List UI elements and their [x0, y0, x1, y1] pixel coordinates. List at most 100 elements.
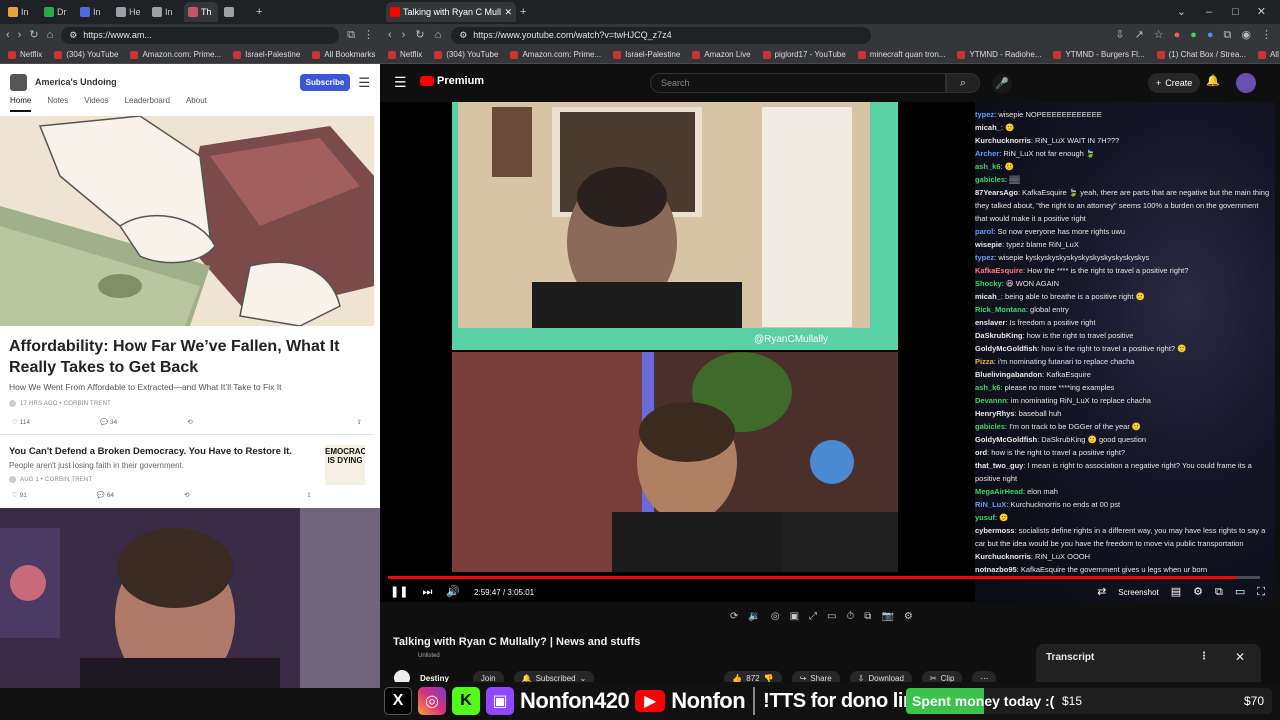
chat-username[interactable]: that_two_guy	[975, 461, 1023, 470]
chat-username[interactable]: yusuf	[975, 513, 995, 522]
extensions-puzzle-icon[interactable]: ⧉	[1224, 29, 1232, 41]
chat-username[interactable]: micah_	[975, 123, 1001, 132]
fullscreen-icon[interactable]: ⛶	[1257, 586, 1265, 598]
like-button[interactable]: ♡ 91	[12, 491, 27, 499]
reload-icon[interactable]: ↻	[29, 29, 38, 41]
publication-name[interactable]: America's Undoing	[35, 77, 117, 87]
swap-icon[interactable]: ⇄	[1097, 586, 1106, 598]
chat-username[interactable]: notnazbo95	[975, 565, 1017, 574]
minimize-icon[interactable]: –	[1206, 6, 1212, 18]
subtitles-icon[interactable]: ▤	[1171, 586, 1181, 598]
video-player[interactable]: @RyanCMullally typez: wisepie NOPEEEEEEE…	[380, 102, 1275, 602]
pip-icon[interactable]: ⧉	[864, 611, 871, 622]
bookmark-item[interactable]: (1) Chat Box / Strea...	[1156, 50, 1246, 59]
chat-username[interactable]: DaSkrubKing	[975, 331, 1023, 340]
create-button[interactable]: + Create	[1148, 73, 1201, 93]
chat-username[interactable]: ash_k6	[975, 162, 1000, 171]
chat-username[interactable]: KafkaEsquire	[975, 266, 1023, 275]
site-info-icon[interactable]: ⚙	[69, 30, 77, 41]
chat-username[interactable]: MegaAirHead	[975, 487, 1023, 496]
resize-icon[interactable]: ⤢	[809, 611, 817, 622]
miniplayer-icon[interactable]: ⧉	[1215, 586, 1223, 598]
close-tab-icon[interactable]: ✕	[504, 7, 512, 18]
left-tab[interactable]: He	[112, 2, 146, 22]
bookmark-item[interactable]: (304) YouTube	[54, 50, 118, 59]
left-tab[interactable]: Dr	[40, 2, 74, 22]
share-icon[interactable]: ⇪	[307, 491, 312, 499]
bookmark-item[interactable]: All Bookmarks	[312, 50, 375, 59]
expand-icon[interactable]: ▭	[827, 611, 836, 622]
home-icon[interactable]: ⌂	[47, 29, 54, 41]
maximize-icon[interactable]: □	[1232, 6, 1239, 18]
new-tab-icon[interactable]: +	[520, 6, 526, 18]
nav-item-videos[interactable]: Videos	[84, 96, 108, 112]
nav-item-home[interactable]: Home	[10, 96, 32, 112]
left-tab[interactable]	[220, 2, 254, 22]
chat-username[interactable]: cybermoss	[975, 526, 1015, 535]
left-address-bar[interactable]: ⚙ https://www.am...	[61, 26, 340, 44]
hamburger-menu-icon[interactable]: ☰	[358, 76, 370, 89]
chat-username[interactable]: GoldyMcGoldfish	[975, 435, 1037, 444]
chat-username[interactable]: parol	[975, 227, 993, 236]
article-title[interactable]: Affordability: How Far We’ve Fallen, Wha…	[9, 336, 369, 378]
article2-thumbnail[interactable]: EMOCRAC IS DYING	[325, 445, 365, 485]
nav-item-about[interactable]: About	[186, 96, 207, 112]
chat-username[interactable]: Archer	[975, 149, 999, 158]
chat-username[interactable]: typez	[975, 253, 994, 262]
filter-icon[interactable]: ◎	[771, 611, 780, 622]
settings-gear-icon[interactable]: ⚙	[1193, 586, 1203, 598]
new-tab-icon[interactable]: +	[256, 6, 262, 18]
forward-icon[interactable]: ›	[18, 29, 22, 41]
like-button[interactable]: ♡ 114	[12, 418, 30, 426]
search-input[interactable]: Search	[650, 73, 946, 93]
next-icon[interactable]: ⏭	[422, 586, 432, 598]
restack-icon[interactable]: ⟲	[184, 491, 189, 499]
bookmark-item[interactable]: YTMND - Burgers Fl...	[1053, 50, 1145, 59]
forward-icon[interactable]: ›	[402, 29, 406, 41]
chat-username[interactable]: 87YearsAgo	[975, 188, 1018, 197]
chat-username[interactable]: enslaver	[975, 318, 1005, 327]
site-info-icon[interactable]: ⚙	[459, 30, 467, 41]
speed-icon[interactable]: ⏱	[846, 611, 854, 622]
screenshot-label[interactable]: Screenshot	[1118, 588, 1158, 597]
nav-item-leaderboard[interactable]: Leaderboard	[125, 96, 170, 112]
chat-username[interactable]: Bluelivingabandon	[975, 370, 1042, 379]
theater-mode-icon[interactable]: ▭	[1235, 586, 1245, 598]
chat-username[interactable]: Kurchucknorris	[975, 552, 1031, 561]
publication-logo[interactable]	[10, 73, 27, 91]
install-icon[interactable]: ⇩	[1115, 29, 1124, 41]
article-hero-image[interactable]	[0, 116, 374, 326]
home-icon[interactable]: ⌂	[435, 29, 442, 41]
share-page-icon[interactable]: ↗	[1134, 29, 1143, 41]
menu-icon[interactable]: ⋮	[363, 29, 374, 41]
reload-icon[interactable]: ↻	[415, 29, 424, 41]
bookmark-item[interactable]: Netflix	[8, 50, 42, 59]
chat-username[interactable]: Kurchucknorris	[975, 136, 1031, 145]
article2-title[interactable]: You Can't Defend a Broken Democracy. You…	[9, 446, 292, 457]
guide-menu-icon[interactable]: ☰	[394, 75, 407, 89]
restack-icon[interactable]: ⟲	[187, 418, 192, 426]
account-avatar[interactable]	[1236, 73, 1256, 93]
close-icon[interactable]: ✕	[1235, 650, 1245, 664]
youtube-logo[interactable]: Premium	[420, 75, 484, 87]
chat-username[interactable]: Rick_Montana	[975, 305, 1026, 314]
bookmark-item[interactable]: Israel-Palestine	[233, 50, 300, 59]
menu-icon[interactable]: ⋮	[1261, 29, 1272, 41]
bookmark-item[interactable]: Amazon.com: Prime...	[510, 50, 601, 59]
cinema-icon[interactable]: ▣	[790, 611, 799, 622]
chat-username[interactable]: Shocky	[975, 279, 1002, 288]
left-tab[interactable]: Th	[184, 2, 218, 22]
back-icon[interactable]: ‹	[6, 29, 10, 41]
left-tab[interactable]: In	[4, 2, 38, 22]
extension-icon[interactable]: ●	[1207, 29, 1214, 41]
more-options-icon[interactable]: ⋮	[1199, 651, 1209, 662]
chat-username[interactable]: Devannn	[975, 396, 1007, 405]
nav-item-notes[interactable]: Notes	[47, 96, 68, 112]
options-gear-icon[interactable]: ⚙	[904, 611, 913, 622]
subscribe-button[interactable]: Subscribe	[299, 73, 351, 91]
chat-username[interactable]: HenryRhys	[975, 409, 1015, 418]
left-tab[interactable]: In	[76, 2, 110, 22]
chat-username[interactable]: wisepie	[975, 240, 1002, 249]
tab-search-icon[interactable]: ⌄	[1177, 6, 1186, 18]
camera-icon[interactable]: 📷	[881, 611, 893, 622]
